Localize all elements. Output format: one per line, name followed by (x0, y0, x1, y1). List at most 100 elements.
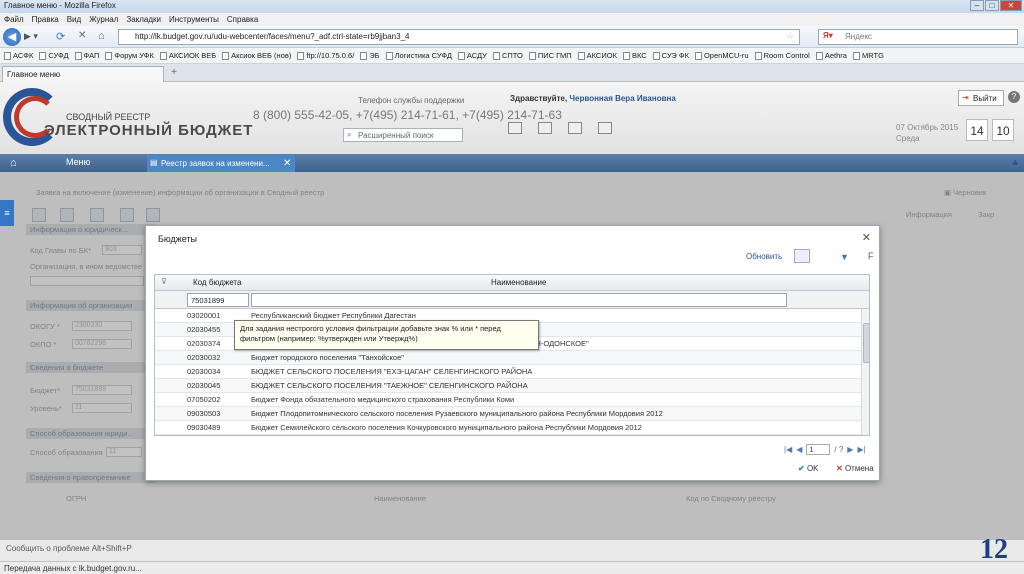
last-page-icon[interactable]: ▶| (857, 445, 865, 454)
bookmark-item[interactable]: Аксиок ВЕБ (нов) (222, 51, 291, 60)
collapse-icon[interactable]: ▲ (1010, 157, 1020, 168)
browser-search-input[interactable]: Я▾ Яндекс (818, 29, 1018, 45)
bookmark-item[interactable]: ПИС ГМП (528, 51, 572, 60)
table-row[interactable]: 02030032 Бюджет городского поселения "Тан… (155, 351, 861, 365)
bookmark-item[interactable]: MRTG (852, 51, 884, 60)
minimize-button[interactable]: – (970, 0, 984, 11)
bookmark-item[interactable]: ЭБ (360, 51, 380, 60)
help-icon[interactable]: ? (1008, 91, 1020, 103)
bookmark-item[interactable]: СУФД (39, 51, 69, 60)
menu-link[interactable]: Меню (66, 157, 90, 167)
app-tab-registry[interactable]: ▤ Реестр заявок на изменени... (147, 155, 295, 172)
browser-menubar: Файл Правка Вид Журнал Закладки Инструме… (0, 13, 1024, 26)
notifications-icon[interactable] (538, 122, 552, 134)
prev-page-icon[interactable]: ◀ (796, 445, 802, 454)
page-input[interactable]: 1 (806, 444, 831, 455)
bookmark-item[interactable]: Форум УФК (105, 51, 154, 60)
grid-scroll-thumb[interactable] (863, 323, 869, 363)
col-name-header[interactable]: Наименование (491, 278, 546, 287)
bookmark-item[interactable]: ФАП (74, 51, 100, 60)
menu-view[interactable]: Вид (67, 15, 81, 24)
budget-code: 09030489 (187, 423, 221, 432)
table-row[interactable]: 09030489 Бюджет Семилейского сельского по… (155, 421, 861, 435)
budgets-grid: ⊽ Код бюджета Наименование 75031899 0302… (154, 274, 870, 436)
yandex-icon: Я▾ (823, 31, 833, 40)
bookmark-item[interactable]: Aethra (815, 51, 847, 60)
support-phone: 8 (800) 555-42-05, +7(495) 214-71-61, +7… (253, 108, 562, 122)
back-button[interactable]: ◀ (3, 28, 21, 46)
registry-icon: ▤ (150, 158, 158, 167)
filter-icon[interactable]: ▼ (840, 252, 849, 262)
bookmark-item[interactable]: АКСИОК ВЕБ (159, 51, 216, 60)
budget-code: 07050202 (187, 395, 221, 404)
ok-button[interactable]: ✔ OK (798, 464, 819, 473)
menu-history[interactable]: Журнал (89, 15, 118, 24)
bookmark-item[interactable]: Логистика СУФД (385, 51, 452, 60)
bookmark-item[interactable]: Room Control (754, 51, 810, 60)
current-date: 07 Октябрь 2015 (896, 123, 959, 132)
tooltip-line-1: Для задания нестрогого условия фильтраци… (240, 324, 501, 333)
table-row[interactable]: 09030503 Бюджет Плодопитомнического сельс… (155, 407, 861, 421)
budget-code: 02030034 (187, 367, 221, 376)
table-row[interactable]: 02030045 БЮДЖЕТ СЕЛЬСКОГО ПОСЕЛЕНИЯ "ТАЕЖ… (155, 379, 861, 393)
menu-bookmarks[interactable]: Закладки (126, 15, 161, 24)
maximize-button[interactable]: □ (985, 0, 999, 11)
url-input[interactable]: http://lk.budget.gov.ru/udu-webcenter/fa… (118, 29, 800, 45)
bookmark-item[interactable]: ВКС (622, 51, 647, 60)
menu-help[interactable]: Справка (227, 15, 258, 24)
url-text: http://lk.budget.gov.ru/udu-webcenter/fa… (135, 32, 410, 41)
tasks-icon[interactable] (568, 122, 582, 134)
table-row[interactable]: 02030034 БЮДЖЕТ СЕЛЬСКОГО ПОСЕЛЕНИЯ "ЕХЭ-… (155, 365, 861, 379)
messages-icon[interactable] (598, 122, 612, 134)
bookmark-item[interactable]: ftp://10.75.0.6/ (297, 51, 354, 60)
feedback-link[interactable]: Сообщить о проблеме Alt+Shift+P (6, 544, 132, 553)
bookmark-item[interactable]: АКСИОК (577, 51, 617, 60)
next-page-icon[interactable]: ▶ (847, 445, 853, 454)
name-filter-input[interactable] (251, 293, 787, 307)
menu-tools[interactable]: Инструменты (169, 15, 219, 24)
advanced-search-input[interactable]: ⌕ Расширенный поиск (343, 128, 463, 142)
grid-header: ⊽ Код бюджета Наименование (155, 275, 869, 291)
bookmark-item[interactable]: СУЭ ФК (652, 51, 689, 60)
detach-icon[interactable]: F (868, 251, 874, 261)
grid-scrollbar[interactable] (861, 309, 869, 435)
first-page-icon[interactable]: |◀ (784, 445, 792, 454)
budget-name: Бюджет городского поселения "Танхойское" (251, 353, 404, 362)
bookmark-label: ФАП (83, 51, 100, 60)
exit-button[interactable]: ⇥ Выйти (958, 90, 1004, 106)
code-filter-input[interactable]: 75031899 (187, 293, 249, 307)
greeting-text: Здравствуйте, (510, 94, 568, 103)
forward-button[interactable]: ▶ ▾ (24, 31, 38, 42)
browser-tab[interactable]: Главное меню (2, 66, 164, 82)
bookmark-item[interactable]: OpenMCU-ru (694, 51, 749, 60)
user-name-link[interactable]: Червонная Вера Ивановна (569, 94, 675, 103)
columns-icon[interactable] (794, 249, 810, 263)
table-row[interactable]: 07050202 Бюджет Фонда обязательного медиц… (155, 393, 861, 407)
bookmark-label: Aethra (824, 51, 847, 60)
dialog-close-icon[interactable]: ✕ (862, 231, 871, 244)
browser-tab-label: Главное меню (7, 70, 61, 79)
home-icon[interactable]: ⌂ (10, 157, 24, 169)
reload-icon[interactable]: ⟳ (56, 30, 65, 43)
filter-toggle-icon[interactable]: ⊽ (161, 277, 167, 286)
bookmark-star-icon[interactable]: ☆ (786, 31, 794, 42)
bookmark-item[interactable]: СПТО (492, 51, 523, 60)
bookmark-item[interactable]: АСДУ (457, 51, 487, 60)
stop-icon[interactable]: ✕ (78, 30, 86, 41)
close-tab-icon[interactable]: ✕ (283, 158, 291, 169)
refresh-button[interactable]: Обновить (746, 252, 782, 261)
bookmark-label: OpenMCU-ru (703, 51, 749, 60)
cancel-button[interactable]: ✕ Отмена (836, 464, 874, 473)
documents-icon[interactable] (508, 122, 522, 134)
bookmark-item[interactable]: АСФК (4, 51, 33, 60)
new-tab-button[interactable]: + (167, 67, 181, 81)
window-controls: – □ ✕ (970, 0, 1022, 12)
menu-file[interactable]: Файл (4, 15, 24, 24)
app-header: СВОДНЫЙ РЕЕСТР ЭЛЕКТРОННЫЙ БЮДЖЕТ Телефо… (0, 82, 1024, 154)
col-code-header[interactable]: Код бюджета (193, 278, 241, 287)
side-panel-toggle[interactable]: ≡ (0, 200, 14, 226)
close-window-button[interactable]: ✕ (1000, 0, 1022, 11)
exit-icon: ⇥ (962, 93, 969, 102)
home-icon[interactable]: ⌂ (98, 30, 105, 42)
menu-edit[interactable]: Правка (32, 15, 59, 24)
